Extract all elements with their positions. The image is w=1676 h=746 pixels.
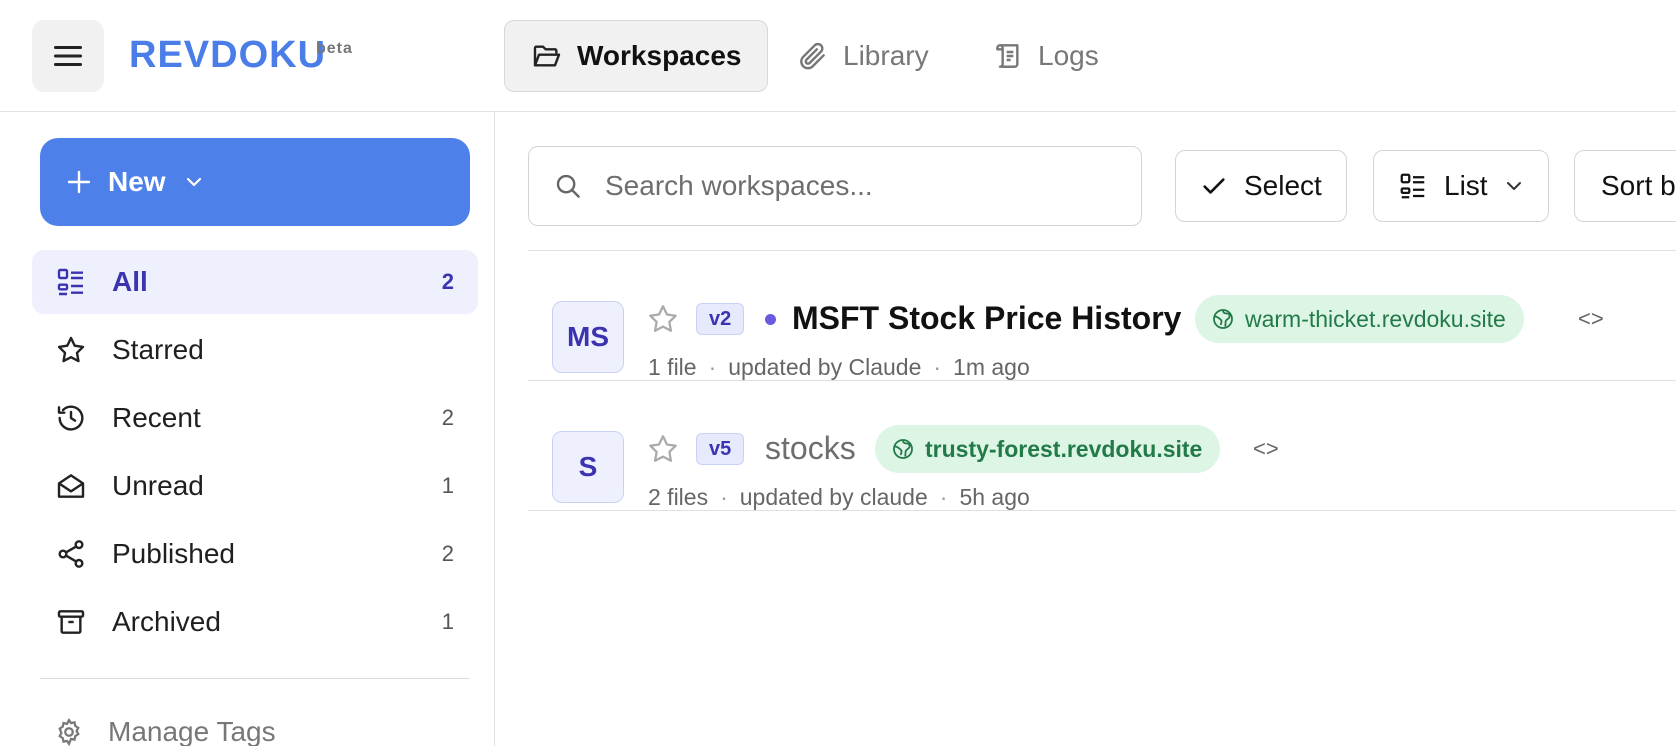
sidebar-item-label: Unread (112, 470, 204, 501)
new-button-label: New (108, 166, 166, 197)
list-grid-icon (54, 265, 88, 299)
code-icon[interactable]: <> (1253, 436, 1279, 462)
workspace-avatar: S (552, 431, 624, 503)
history-icon (54, 401, 88, 435)
view-mode-dropdown[interactable]: List (1373, 150, 1549, 222)
sidebar-item-count: 2 (441, 541, 454, 566)
published-site-badge[interactable]: warm-thicket.revdoku.site (1195, 295, 1524, 343)
brand-logo[interactable]: REVDOKU (129, 34, 326, 77)
workspace-meta: 1 file · updated by Claude · 1m ago (648, 354, 1030, 381)
paperclip-icon (800, 42, 825, 70)
updated-by: updated by claude (739, 484, 928, 510)
meta-separator: · (708, 354, 717, 380)
search-icon (556, 174, 580, 198)
site-url: warm-thicket.revdoku.site (1245, 305, 1506, 332)
workspace-title[interactable]: stocks (765, 430, 856, 467)
sidebar-item-count: 2 (441, 269, 454, 294)
star-icon[interactable] (646, 302, 680, 336)
globe-icon (1213, 309, 1233, 329)
meta-separator: · (933, 354, 942, 380)
scroll-icon (996, 44, 1019, 68)
select-button[interactable]: Select (1175, 150, 1347, 222)
sidebar-item-count: 1 (441, 473, 454, 498)
tab-label: Logs (1038, 40, 1099, 71)
tab-library[interactable]: Library (771, 20, 955, 92)
search-box[interactable] (528, 146, 1142, 226)
code-icon[interactable]: <> (1578, 306, 1604, 332)
sidebar: New All 2 Starred Recent 2 Unread 1 Publ… (0, 112, 495, 746)
tab-logs[interactable]: Logs (966, 20, 1125, 92)
manage-tags-link[interactable]: Manage Tags (54, 716, 276, 746)
sidebar-item-unread[interactable]: Unread 1 (32, 454, 478, 518)
updated-by: updated by Claude (728, 354, 922, 380)
site-url: trusty-forest.revdoku.site (925, 435, 1203, 462)
workspace-title[interactable]: MSFT Stock Price History (792, 300, 1181, 337)
sidebar-divider (40, 678, 470, 679)
new-button[interactable]: New (40, 138, 470, 226)
tab-workspaces[interactable]: Workspaces (504, 20, 769, 92)
envelope-open-icon (54, 469, 88, 503)
published-site-badge[interactable]: trusty-forest.revdoku.site (875, 425, 1221, 473)
sidebar-item-archived[interactable]: Archived 1 (32, 590, 478, 654)
sidebar-item-label: Archived (112, 606, 221, 637)
folder-open-icon (533, 45, 561, 67)
workspace-row[interactable]: MS v2 MSFT Stock Price History warm-thic… (528, 251, 1676, 381)
globe-icon (893, 439, 913, 459)
share-icon (54, 537, 88, 571)
view-mode-label: List (1444, 170, 1488, 201)
star-icon[interactable] (646, 432, 680, 466)
updated-time: 5h ago (959, 484, 1030, 510)
sidebar-item-recent[interactable]: Recent 2 (32, 386, 478, 450)
sidebar-item-count: 1 (441, 609, 454, 634)
sidebar-item-label: Recent (112, 402, 201, 433)
chevron-down-icon (1506, 182, 1521, 190)
workspace-meta: 2 files · updated by claude · 5h ago (648, 484, 1030, 511)
hamburger-icon (54, 46, 82, 66)
sidebar-item-all[interactable]: All 2 (32, 250, 478, 314)
sidebar-item-starred[interactable]: Starred (32, 318, 478, 382)
beta-badge: beta (316, 40, 353, 57)
check-icon (1203, 178, 1225, 194)
version-badge: v2 (696, 303, 745, 335)
sidebar-item-published[interactable]: Published 2 (32, 522, 478, 586)
gear-icon (58, 717, 80, 746)
workspace-avatar: MS (552, 301, 624, 373)
top-bar: REVDOKU beta Workspaces Library Logs (0, 0, 1676, 112)
unread-dot (765, 314, 776, 325)
updated-time: 1m ago (953, 354, 1030, 380)
star-icon (54, 333, 88, 367)
menu-button[interactable] (32, 20, 104, 92)
archive-icon (54, 605, 88, 639)
chevron-down-icon (186, 177, 201, 187)
meta-separator: · (720, 484, 728, 510)
select-label: Select (1244, 170, 1322, 201)
meta-separator: · (939, 484, 948, 510)
tab-label: Library (843, 40, 929, 71)
version-badge: v5 (696, 433, 745, 465)
sidebar-item-label: All (112, 266, 148, 297)
file-count: 2 files (648, 484, 709, 510)
file-count: 1 file (648, 354, 697, 380)
tab-label: Workspaces (577, 40, 742, 71)
plus-icon (67, 170, 91, 194)
search-input[interactable] (605, 170, 1125, 202)
sidebar-item-label: Published (112, 538, 235, 569)
sort-label: Sort b (1601, 170, 1676, 201)
manage-tags-label: Manage Tags (108, 716, 276, 746)
workspace-row[interactable]: S v5 stocks trusty-forest.revdoku.site <… (528, 381, 1676, 511)
sidebar-item-label: Starred (112, 334, 204, 365)
sort-dropdown[interactable]: Sort b (1574, 150, 1676, 222)
sidebar-item-count: 2 (441, 405, 454, 430)
list-view-icon (1400, 173, 1425, 199)
